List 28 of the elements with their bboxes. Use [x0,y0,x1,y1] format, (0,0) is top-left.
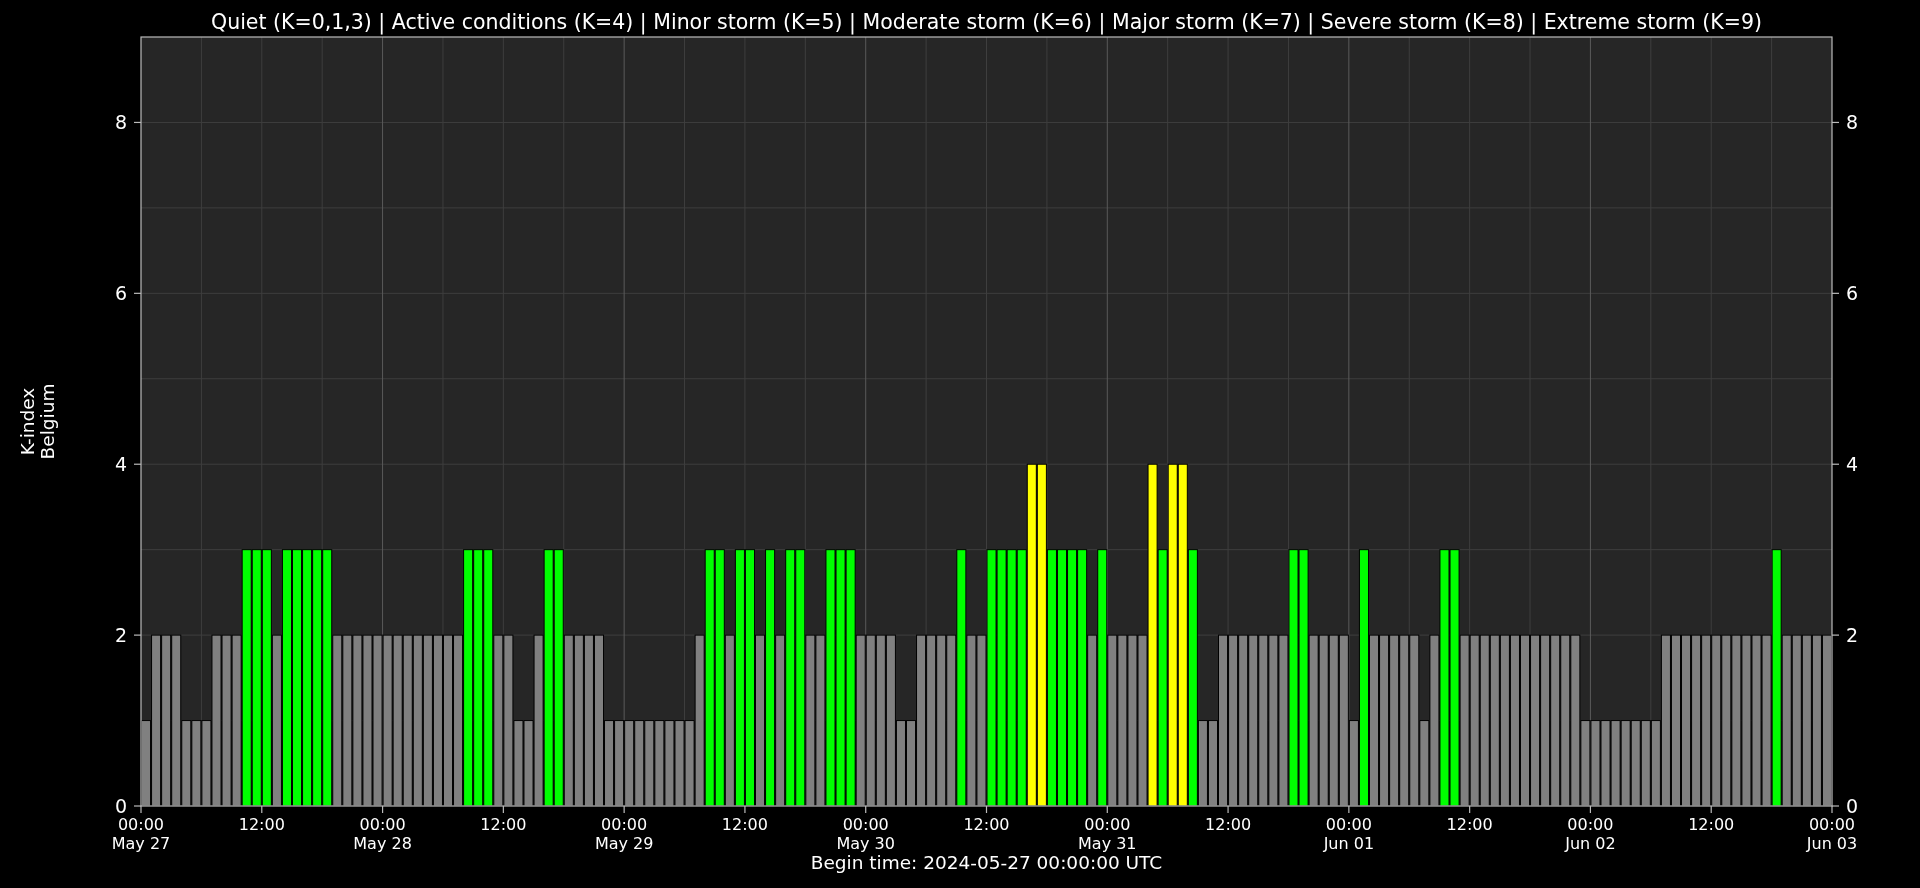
axis-tick-label: 00:00 May 31 [1078,815,1137,853]
axis-tick-label: 4 [114,453,127,476]
axis-label: Begin time: 2024-05-27 00:00:00 UTC [810,852,1163,873]
axis-tick-label: 8 [114,111,127,134]
axis-tick-label: 00:00 May 27 [111,815,171,853]
axis-tick-label: 00:00 Jun 02 [1565,815,1616,853]
axis-tick-label: 4 [1846,453,1859,476]
axis-tick-label: 12:00 [1446,815,1493,834]
axis-tick-label: 6 [1846,282,1859,305]
chart-title: Quiet (K=0,1,3) | Active conditions (K=4) | Minor storm (K=5) | Moderate storm (K=6) | Major storm (K=7) | Severe storm (K=8) | Extreme storm (K=9) [211,10,1762,34]
axis-tick-label: 00:00 Jun 03 [1806,815,1858,853]
axis-tick-label: 12:00 [1205,815,1252,834]
axis-tick-label: 0 [114,795,127,817]
axis-tick-label: 00:00 May 28 [353,815,412,853]
axis-tick-label: 2 [114,624,127,647]
axis-tick-label: 0 [1846,795,1859,817]
axis-tick-label: 00:00 Jun 01 [1323,815,1375,853]
axis-tick-label: 8 [1846,111,1859,134]
axis-tick-label: 00:00 May 30 [836,815,895,853]
axis-tick-label: 12:00 [238,815,285,834]
axis-tick-label: 2 [1846,624,1859,647]
axis-tick-label: 12:00 [963,815,1010,834]
axis-tick-label: 12:00 [480,815,527,834]
axis-tick-label: 12:00 [721,815,768,834]
axis-tick-label: 12:00 [1688,815,1735,834]
axis-label: K-index Belgium [17,383,58,460]
axis-tick-label: 6 [114,282,127,305]
axis-tick-label: 00:00 May 29 [594,815,654,853]
